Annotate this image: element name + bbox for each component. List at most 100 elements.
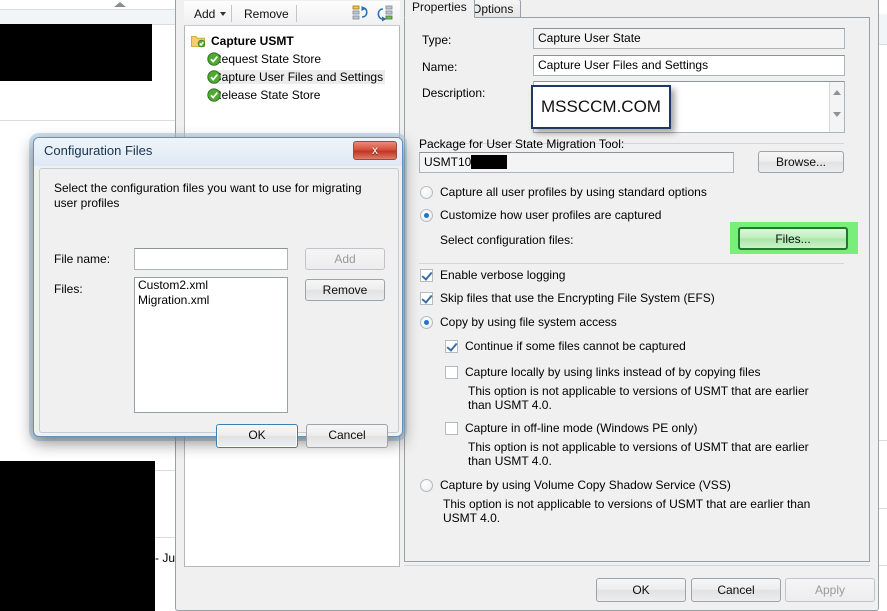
main-cancel-button[interactable]: Cancel xyxy=(691,578,781,602)
package-field[interactable]: USMT10 xyxy=(419,152,734,173)
tab-strip: Properties Options xyxy=(404,0,870,18)
file-name-label: File name: xyxy=(54,252,111,266)
checkbox-verbose-logging-label: Enable verbose logging xyxy=(440,268,566,282)
background-right-divider-3 xyxy=(879,508,887,509)
radio-vss-label: Capture by using Volume Copy Shadow Serv… xyxy=(440,478,731,492)
remove-file-button-label: Remove xyxy=(322,283,368,297)
toolbar-separator-2 xyxy=(296,5,297,22)
move-down-icon[interactable] xyxy=(375,5,394,22)
dialog-ok-button[interactable]: OK xyxy=(216,424,298,448)
background-right-strip xyxy=(879,14,887,44)
file-name-input[interactable] xyxy=(134,248,288,270)
tree-item-label: Release State Store xyxy=(213,88,321,102)
footer-separator xyxy=(404,565,870,566)
description-spinner[interactable] xyxy=(829,82,844,132)
dialog-cancel-button-label: Cancel xyxy=(328,428,366,442)
tree-item-label: Request State Store xyxy=(213,52,322,66)
note-capture-links: This option is not applicable to version… xyxy=(468,384,809,412)
green-check-icon xyxy=(207,88,221,102)
browse-button-label: Browse... xyxy=(775,155,826,169)
tree-root-capture-usmt[interactable]: Capture USMT xyxy=(185,32,399,50)
close-icon[interactable]: x xyxy=(353,141,397,160)
main-ok-button-label: OK xyxy=(632,583,650,597)
spinner-up-icon[interactable] xyxy=(833,90,841,95)
package-redaction xyxy=(471,155,508,169)
background-toolbar-strip xyxy=(0,10,175,24)
checkbox-skip-efs-label: Skip files that use the Encrypting File … xyxy=(440,291,715,305)
package-field-value: USMT10 xyxy=(424,155,472,169)
radio-vss[interactable] xyxy=(420,479,433,492)
checkbox-offline-mode-label: Capture in off-line mode (Windows PE onl… xyxy=(465,421,698,435)
add-dropdown-caret-icon[interactable] xyxy=(220,12,226,16)
list-item[interactable]: Custom2.xml xyxy=(135,278,287,293)
remove-file-button[interactable]: Remove xyxy=(305,279,385,301)
checkbox-skip-efs[interactable] xyxy=(420,292,433,305)
tab-options-label: Options xyxy=(472,2,514,16)
files-listbox[interactable]: Custom2.xml Migration.xml xyxy=(134,277,288,413)
green-check-icon xyxy=(207,52,221,66)
type-field: Capture User State xyxy=(533,28,845,49)
background-note-text: - Ju xyxy=(155,551,176,565)
files-list-label: Files: xyxy=(54,282,83,296)
screenshot-root: - Ju Add Remove Capture USMT Request Sta… xyxy=(0,0,887,611)
note-offline-mode: This option is not applicable to version… xyxy=(468,440,809,468)
tree-item-request-state-store[interactable]: Request State Store xyxy=(185,50,399,68)
folder-check-icon xyxy=(191,34,206,48)
remove-button-label: Remove xyxy=(244,7,289,21)
radio-file-system-access[interactable] xyxy=(420,316,433,329)
sort-arrow-icon xyxy=(114,2,126,7)
main-ok-button[interactable]: OK xyxy=(596,578,686,602)
checkbox-continue-on-failure-label: Continue if some files cannot be capture… xyxy=(465,339,686,353)
background-divider-low-1 xyxy=(155,470,175,471)
note-vss: This option is not applicable to version… xyxy=(443,497,811,525)
browse-button[interactable]: Browse... xyxy=(758,151,844,173)
checkbox-offline-mode[interactable] xyxy=(445,422,458,435)
name-field[interactable]: Capture User Files and Settings xyxy=(533,55,845,76)
checkbox-continue-on-failure[interactable] xyxy=(445,340,458,353)
radio-customize-capture[interactable] xyxy=(420,209,433,222)
dialog-cancel-button[interactable]: Cancel xyxy=(306,424,388,448)
tab-properties-label: Properties xyxy=(412,0,467,14)
main-apply-button: Apply xyxy=(785,578,875,602)
list-item[interactable]: Migration.xml xyxy=(135,293,287,308)
spinner-down-icon[interactable] xyxy=(833,112,841,117)
checkbox-verbose-logging[interactable] xyxy=(420,269,433,282)
toolbar-separator-1 xyxy=(231,5,232,22)
radio-standard-options[interactable] xyxy=(420,186,433,199)
move-up-icon[interactable] xyxy=(352,5,371,22)
tree-item-capture-user-files-and-settings[interactable]: Capture User Files and Settings xyxy=(185,68,399,86)
green-check-icon xyxy=(207,70,221,84)
step-toolbar: Add Remove xyxy=(184,1,400,26)
radio-file-system-access-label: Copy by using file system access xyxy=(440,315,617,329)
description-label: Description: xyxy=(422,86,486,100)
dialog-titlebar[interactable]: Configuration Files x xyxy=(34,138,402,166)
type-label: Type: xyxy=(422,33,452,47)
main-apply-button-label: Apply xyxy=(814,583,846,597)
watermark-annotation: MSSCCM.COM xyxy=(531,85,671,129)
name-label: Name: xyxy=(422,60,458,74)
radio-standard-options-label: Capture all user profiles by using stand… xyxy=(440,185,707,199)
redaction-block-top xyxy=(0,24,152,81)
separator-2 xyxy=(419,263,844,264)
dialog-title: Configuration Files xyxy=(44,143,153,158)
redaction-block-bottom xyxy=(0,461,155,611)
background-right-divider-2 xyxy=(879,440,887,441)
add-file-button: Add xyxy=(305,248,385,270)
checkbox-capture-links[interactable] xyxy=(445,366,458,379)
tree-item-release-state-store[interactable]: Release State Store xyxy=(185,86,399,104)
dialog-description: Select the configuration files you want … xyxy=(54,181,362,210)
radio-customize-capture-label: Customize how user profiles are captured xyxy=(440,208,662,222)
dialog-ok-button-label: OK xyxy=(248,428,266,442)
files-button-label: Files... xyxy=(775,232,811,246)
files-button[interactable]: Files... xyxy=(738,227,848,250)
close-icon-glyph: x xyxy=(372,143,378,157)
add-button[interactable]: Add xyxy=(188,4,221,23)
package-label: Package for User State Migration Tool: xyxy=(419,137,625,151)
configuration-files-dialog: Configuration Files x Select the configu… xyxy=(33,137,403,448)
select-config-files-label: Select configuration files: xyxy=(440,233,574,247)
background-divider-low-2 xyxy=(155,537,175,538)
tab-properties[interactable]: Properties xyxy=(404,0,475,18)
add-file-button-label: Add xyxy=(334,252,356,266)
remove-button[interactable]: Remove xyxy=(238,4,295,23)
checkbox-capture-links-label: Capture locally by using links instead o… xyxy=(465,365,761,379)
